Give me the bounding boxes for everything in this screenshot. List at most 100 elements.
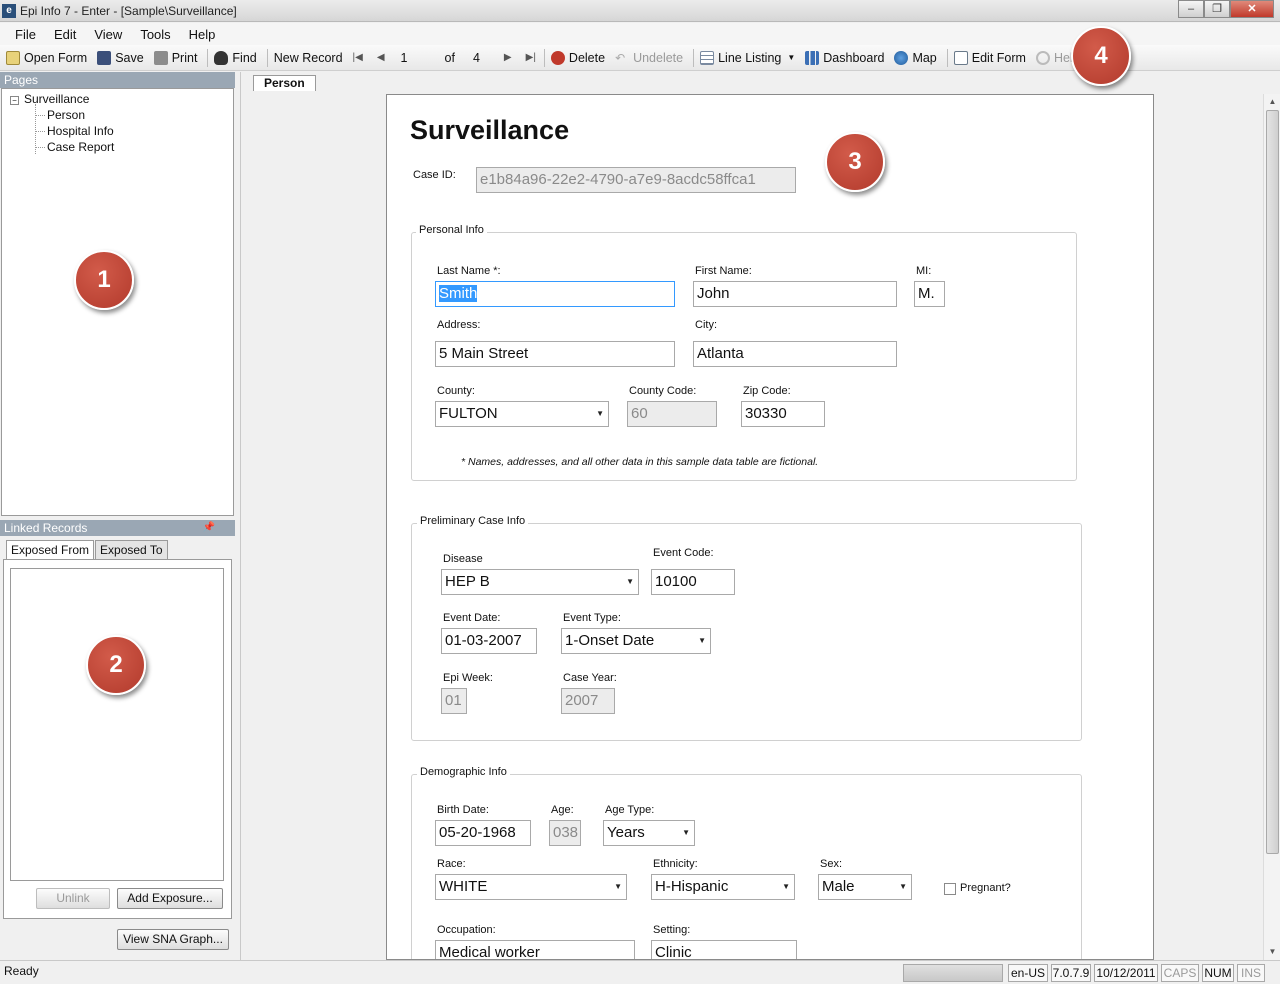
- first-name-field[interactable]: John: [693, 281, 897, 307]
- record-number-input[interactable]: 1: [399, 51, 435, 65]
- county-code-field[interactable]: 60: [627, 401, 717, 427]
- address-field[interactable]: 5 Main Street: [435, 341, 675, 367]
- delete-label: Delete: [568, 50, 606, 65]
- scroll-down-icon[interactable]: ▼: [1264, 944, 1280, 960]
- open-form-button[interactable]: Open Form: [6, 50, 88, 65]
- dashboard-button[interactable]: Dashboard: [805, 50, 884, 65]
- edit-form-button[interactable]: Edit Form: [953, 50, 1026, 65]
- open-form-label: Open Form: [24, 50, 88, 65]
- scrollbar-thumb[interactable]: [1266, 110, 1279, 854]
- pin-icon[interactable]: 📌: [203, 520, 215, 536]
- form-canvas: Surveillance Case ID: e1b84a96-22e2-4790…: [386, 94, 1154, 960]
- first-record-icon[interactable]: |◀: [353, 52, 363, 63]
- vertical-scrollbar[interactable]: ▲ ▼: [1263, 94, 1280, 960]
- toolbar-separator: [693, 48, 695, 67]
- status-bar: Ready en-US 7.0.7.9 10/12/2011 CAPS NUM …: [0, 960, 1280, 984]
- collapse-icon[interactable]: −: [10, 96, 19, 105]
- event-type-value: 1-Onset Date: [565, 632, 655, 649]
- map-label: Map: [912, 50, 937, 65]
- close-button[interactable]: ✕: [1230, 0, 1274, 18]
- exposure-list[interactable]: [10, 568, 224, 881]
- linked-records-header: Linked Records 📌: [0, 520, 235, 536]
- sex-value: Male: [822, 878, 855, 895]
- menu-tools[interactable]: Tools: [131, 27, 179, 42]
- city-field[interactable]: Atlanta: [693, 341, 897, 367]
- setting-field[interactable]: Clinic: [651, 940, 797, 959]
- event-date-field[interactable]: 01-03-2007: [441, 628, 537, 654]
- chevron-down-icon: ▼: [626, 577, 634, 586]
- chevron-down-icon: ▼: [614, 882, 622, 891]
- scroll-up-icon[interactable]: ▲: [1264, 94, 1280, 110]
- age-type-dropdown[interactable]: Years ▼: [603, 820, 695, 846]
- line-listing-dropdown-icon[interactable]: ▼: [787, 53, 795, 62]
- age-type-value: Years: [607, 824, 645, 841]
- event-type-dropdown[interactable]: 1-Onset Date ▼: [561, 628, 711, 654]
- print-label: Print: [171, 50, 198, 65]
- add-exposure-button[interactable]: Add Exposure...: [117, 888, 223, 909]
- undelete-button[interactable]: ↶ Undelete: [615, 51, 683, 65]
- age-field[interactable]: 038: [549, 820, 581, 846]
- ethnicity-dropdown[interactable]: H-Hispanic ▼: [651, 874, 795, 900]
- linked-records-tabs: Exposed From Exposed To: [6, 540, 169, 560]
- undelete-label: Undelete: [633, 50, 684, 65]
- disease-dropdown[interactable]: HEP B ▼: [441, 569, 639, 595]
- new-record-button[interactable]: New Record: [274, 51, 343, 65]
- previous-record-icon[interactable]: ◀: [377, 52, 385, 63]
- ethnicity-label: Ethnicity:: [653, 858, 698, 870]
- map-button[interactable]: Map: [894, 50, 937, 65]
- save-button[interactable]: Save: [97, 50, 144, 65]
- find-button[interactable]: Find: [214, 50, 257, 65]
- next-record-icon[interactable]: ▶: [504, 52, 512, 63]
- pregnant-checkbox[interactable]: [944, 883, 956, 895]
- tab-person[interactable]: Person: [253, 75, 316, 91]
- toolbar-separator: [946, 48, 948, 67]
- view-sna-graph-button[interactable]: View SNA Graph...: [117, 929, 229, 950]
- pages-panel-header: Pages: [0, 72, 235, 88]
- unlink-button[interactable]: Unlink: [36, 888, 110, 909]
- epi-week-field[interactable]: 01: [441, 688, 467, 714]
- print-button[interactable]: Print: [153, 50, 198, 65]
- county-dropdown[interactable]: FULTON ▼: [435, 401, 609, 427]
- menu-file[interactable]: File: [6, 27, 45, 42]
- tab-exposed-to[interactable]: Exposed To: [95, 540, 168, 560]
- delete-button[interactable]: Delete: [550, 50, 606, 65]
- birth-date-field[interactable]: 05-20-1968: [435, 820, 531, 846]
- tree-item-case-report[interactable]: Case Report: [10, 139, 233, 155]
- tree-root-surveillance[interactable]: − Surveillance: [10, 91, 233, 154]
- zip-code-field[interactable]: 30330: [741, 401, 825, 427]
- mi-field[interactable]: M.: [914, 281, 945, 307]
- occupation-field[interactable]: Medical worker: [435, 940, 635, 959]
- tree-item-person[interactable]: Person: [10, 107, 233, 123]
- menu-edit[interactable]: Edit: [45, 27, 85, 42]
- sex-dropdown[interactable]: Male ▼: [818, 874, 912, 900]
- minimize-button[interactable]: –: [1178, 0, 1204, 18]
- case-id-field[interactable]: e1b84a96-22e2-4790-a7e9-8acdc58ffca1: [476, 167, 796, 193]
- edit-form-label: Edit Form: [971, 50, 1026, 65]
- race-dropdown[interactable]: WHITE ▼: [435, 874, 627, 900]
- line-listing-button[interactable]: Line Listing ▼: [700, 50, 795, 65]
- pregnant-label: Pregnant?: [960, 882, 1011, 894]
- tab-exposed-from[interactable]: Exposed From: [6, 540, 95, 560]
- case-year-field[interactable]: 2007: [561, 688, 615, 714]
- epi-week-label: Epi Week:: [443, 672, 493, 684]
- last-record-icon[interactable]: ▶|: [526, 52, 536, 63]
- case-year-label: Case Year:: [563, 672, 617, 684]
- address-label: Address:: [437, 319, 481, 331]
- county-value: FULTON: [439, 405, 498, 422]
- tree-item-hospital-info[interactable]: Hospital Info: [10, 123, 233, 139]
- form-area: Person Surveillance Case ID: e1b84a96-22…: [240, 72, 1280, 960]
- tree-root-label: Surveillance: [24, 92, 90, 106]
- event-code-field[interactable]: 10100: [651, 569, 735, 595]
- chevron-down-icon: ▼: [698, 636, 706, 645]
- restore-button[interactable]: ❐: [1204, 0, 1230, 18]
- menu-help[interactable]: Help: [180, 27, 225, 42]
- binoculars-icon: [214, 50, 229, 65]
- menu-view[interactable]: View: [85, 27, 131, 42]
- last-name-field[interactable]: Smith: [435, 281, 675, 307]
- last-name-label: Last Name *:: [437, 265, 501, 277]
- event-code-label: Event Code:: [653, 547, 714, 559]
- toolbar-separator: [207, 48, 209, 67]
- demographic-info-group: [411, 774, 1082, 959]
- case-id-label: Case ID:: [413, 169, 456, 181]
- last-name-value: Smith: [439, 285, 478, 302]
